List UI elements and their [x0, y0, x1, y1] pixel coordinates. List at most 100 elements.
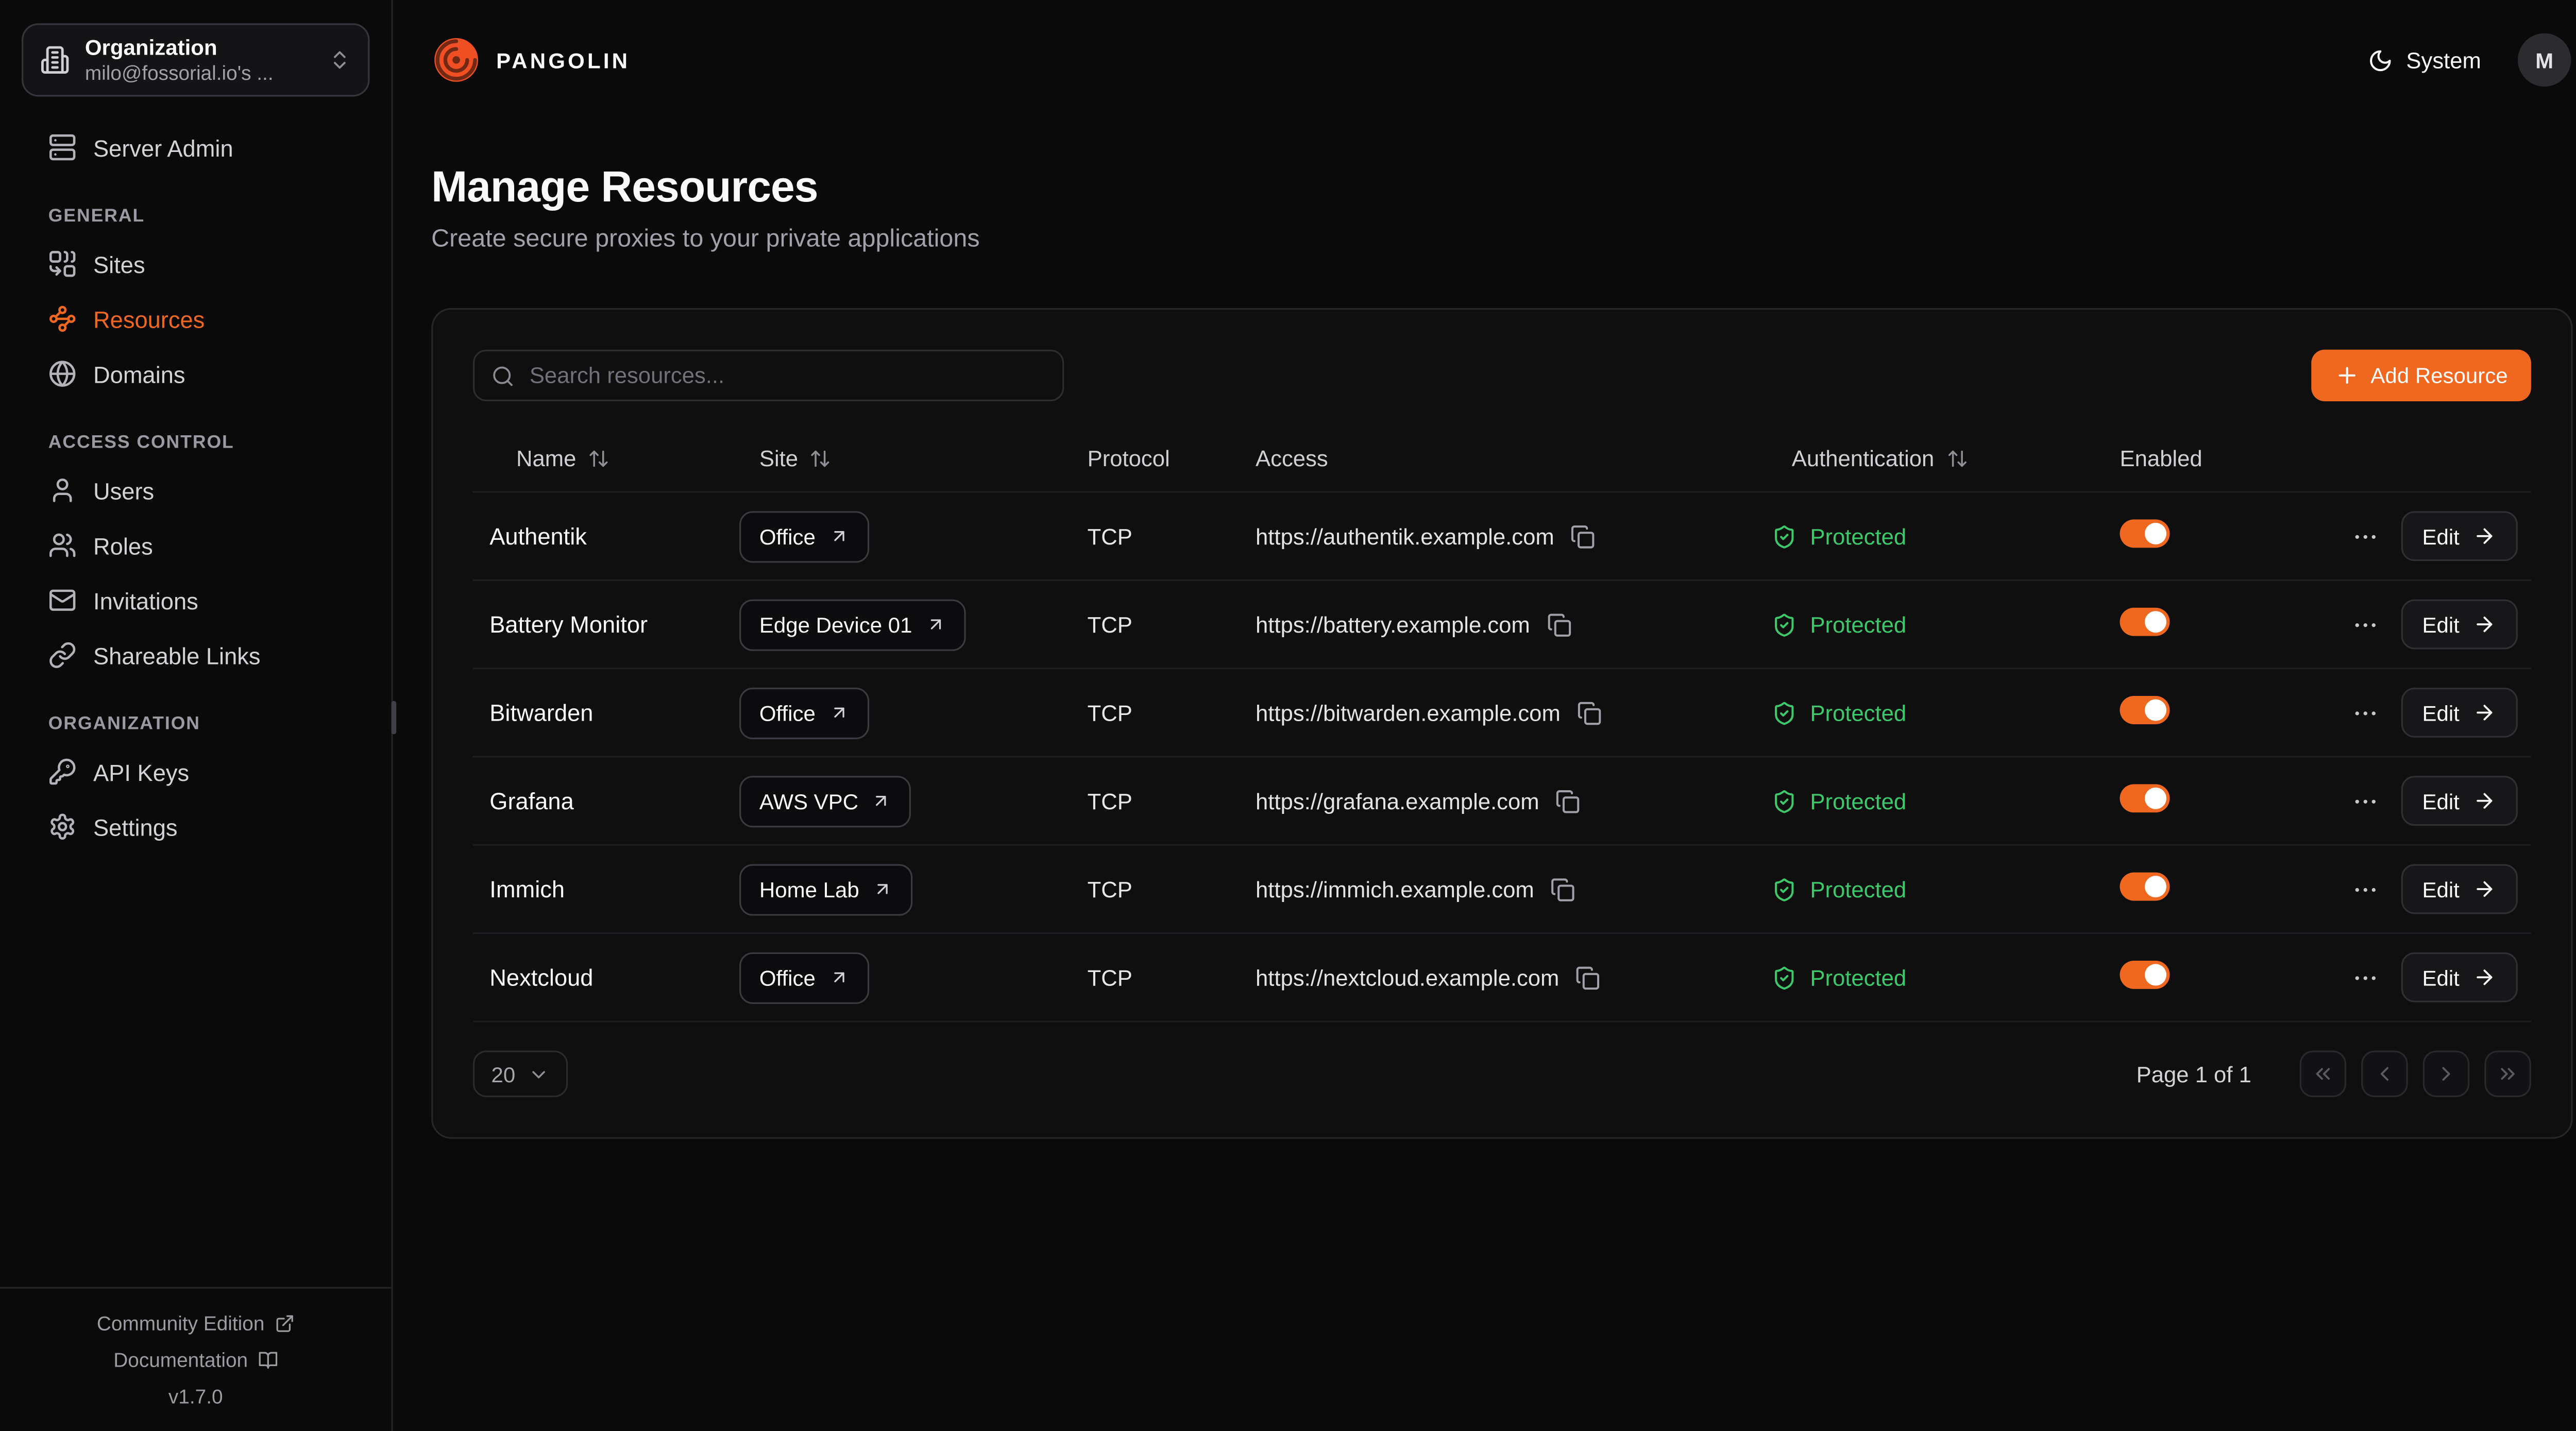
- building-icon: [40, 45, 70, 75]
- edit-button[interactable]: Edit: [2400, 952, 2518, 1002]
- page-size-select[interactable]: 20: [473, 1050, 569, 1097]
- sidebar-item-server-admin[interactable]: Server Admin: [27, 120, 365, 175]
- sidebar-item-users[interactable]: Users: [27, 463, 365, 518]
- sidebar-item-resources[interactable]: Resources: [27, 292, 365, 347]
- resource-enabled-cell: [2120, 961, 2333, 994]
- sidebar-item-domains[interactable]: Domains: [27, 346, 365, 401]
- toggle-knob: [2145, 876, 2166, 897]
- column-header-authentication[interactable]: Authentication: [1772, 446, 2120, 471]
- toggle-knob: [2145, 611, 2166, 633]
- community-edition-link[interactable]: Community Edition: [97, 1304, 295, 1341]
- theme-label: System: [2406, 47, 2481, 72]
- chevrons-up-down-icon: [328, 48, 351, 72]
- sidebar-item-sites[interactable]: Sites: [27, 236, 365, 292]
- shield-check-icon: [1772, 965, 1797, 990]
- resource-access-cell: https://immich.example.com: [1256, 877, 1772, 901]
- last-page-button[interactable]: [2484, 1050, 2531, 1097]
- enabled-toggle[interactable]: [2120, 784, 2170, 812]
- arrow-up-right-icon: [925, 615, 945, 635]
- mail-icon: [48, 586, 77, 615]
- copy-url-button[interactable]: [1576, 965, 1601, 990]
- row-menu-button[interactable]: [2350, 875, 2379, 903]
- arrow-right-icon: [2473, 524, 2496, 548]
- org-value: milo@fossorial.io's ...: [85, 62, 313, 85]
- pager-buttons: [2300, 1050, 2531, 1097]
- org-selector[interactable]: Organization milo@fossorial.io's ...: [22, 23, 370, 96]
- column-header-enabled: Enabled: [2120, 446, 2333, 471]
- chevron-down-icon: [529, 1063, 550, 1085]
- enabled-toggle[interactable]: [2120, 873, 2170, 901]
- scrollbar-thumb[interactable]: [392, 701, 397, 735]
- sidebar-item-invitations[interactable]: Invitations: [27, 573, 365, 628]
- column-header-site[interactable]: Site: [739, 446, 1088, 471]
- copy-url-button[interactable]: [1571, 524, 1596, 549]
- column-header-name[interactable]: Name: [473, 446, 739, 471]
- column-header-protocol: Protocol: [1088, 446, 1256, 471]
- avatar[interactable]: M: [2518, 33, 2571, 87]
- edit-button[interactable]: Edit: [2400, 600, 2518, 650]
- sidebar-nav: Server Admin GENERAL Sites Resources Dom…: [0, 96, 392, 1286]
- resource-url: https://grafana.example.com: [1256, 788, 1539, 813]
- sidebar-item-shareable-links[interactable]: Shareable Links: [27, 628, 365, 683]
- auth-status-label: Protected: [1810, 612, 1906, 637]
- site-link-button[interactable]: Home Lab: [739, 863, 912, 915]
- copy-url-button[interactable]: [1551, 877, 1575, 901]
- site-name: Office: [759, 700, 816, 725]
- edit-button[interactable]: Edit: [2400, 511, 2518, 561]
- first-page-button[interactable]: [2300, 1050, 2347, 1097]
- documentation-link[interactable]: Documentation: [113, 1341, 278, 1377]
- resource-name: Nextcloud: [473, 964, 739, 991]
- site-name: AWS VPC: [759, 788, 858, 813]
- resources-card: Add Resource Name Site Protocol Access: [431, 308, 2573, 1139]
- site-name: Office: [759, 965, 816, 990]
- theme-toggle-button[interactable]: System: [2368, 47, 2481, 72]
- globe-icon: [48, 360, 77, 388]
- shield-check-icon: [1772, 877, 1797, 901]
- chevron-right-icon: [2434, 1062, 2458, 1085]
- chevrons-left-icon: [2311, 1062, 2334, 1085]
- prev-page-button[interactable]: [2361, 1050, 2408, 1097]
- row-menu-button[interactable]: [2350, 699, 2379, 727]
- copy-url-button[interactable]: [1577, 700, 1602, 725]
- row-actions: Edit: [2333, 688, 2531, 738]
- row-menu-button[interactable]: [2350, 610, 2379, 639]
- sidebar-item-label: API Keys: [93, 758, 189, 785]
- row-actions: Edit: [2333, 511, 2531, 561]
- arrow-up-right-icon: [872, 791, 892, 811]
- sidebar-item-settings[interactable]: Settings: [27, 799, 365, 854]
- auth-status-badge: Protected: [1772, 877, 2120, 901]
- site-link-button[interactable]: Office: [739, 951, 869, 1003]
- next-page-button[interactable]: [2423, 1050, 2470, 1097]
- copy-url-button[interactable]: [1547, 612, 1571, 637]
- row-menu-button[interactable]: [2350, 522, 2379, 550]
- row-menu-button[interactable]: [2350, 963, 2379, 992]
- resource-url: https://bitwarden.example.com: [1256, 700, 1561, 725]
- edit-button[interactable]: Edit: [2400, 776, 2518, 826]
- add-resource-button[interactable]: Add Resource: [2311, 350, 2531, 401]
- toggle-knob: [2145, 699, 2166, 721]
- site-link-button[interactable]: Office: [739, 510, 869, 562]
- sidebar-item-roles[interactable]: Roles: [27, 518, 365, 573]
- site-link-button[interactable]: AWS VPC: [739, 775, 911, 827]
- enabled-toggle[interactable]: [2120, 519, 2170, 548]
- edit-button[interactable]: Edit: [2400, 688, 2518, 738]
- resource-site-cell: Edge Device 01: [739, 599, 1088, 650]
- org-texts: Organization milo@fossorial.io's ...: [85, 35, 313, 85]
- column-label: Enabled: [2120, 446, 2202, 471]
- enabled-toggle[interactable]: [2120, 696, 2170, 724]
- site-link-button[interactable]: Edge Device 01: [739, 599, 965, 650]
- edit-button[interactable]: Edit: [2400, 864, 2518, 914]
- row-menu-button[interactable]: [2350, 787, 2379, 815]
- enabled-toggle[interactable]: [2120, 961, 2170, 989]
- enabled-toggle[interactable]: [2120, 608, 2170, 636]
- copy-url-button[interactable]: [1556, 788, 1581, 813]
- gear-icon: [48, 812, 77, 841]
- chevron-left-icon: [2373, 1062, 2396, 1085]
- sidebar-item-api-keys[interactable]: API Keys: [27, 744, 365, 799]
- table-header: Name Site Protocol Access Authentication: [473, 426, 2531, 492]
- copy-icon: [1571, 524, 1596, 549]
- search-input[interactable]: [473, 350, 1064, 401]
- book-icon: [258, 1350, 278, 1370]
- search-icon: [491, 364, 514, 387]
- site-link-button[interactable]: Office: [739, 687, 869, 738]
